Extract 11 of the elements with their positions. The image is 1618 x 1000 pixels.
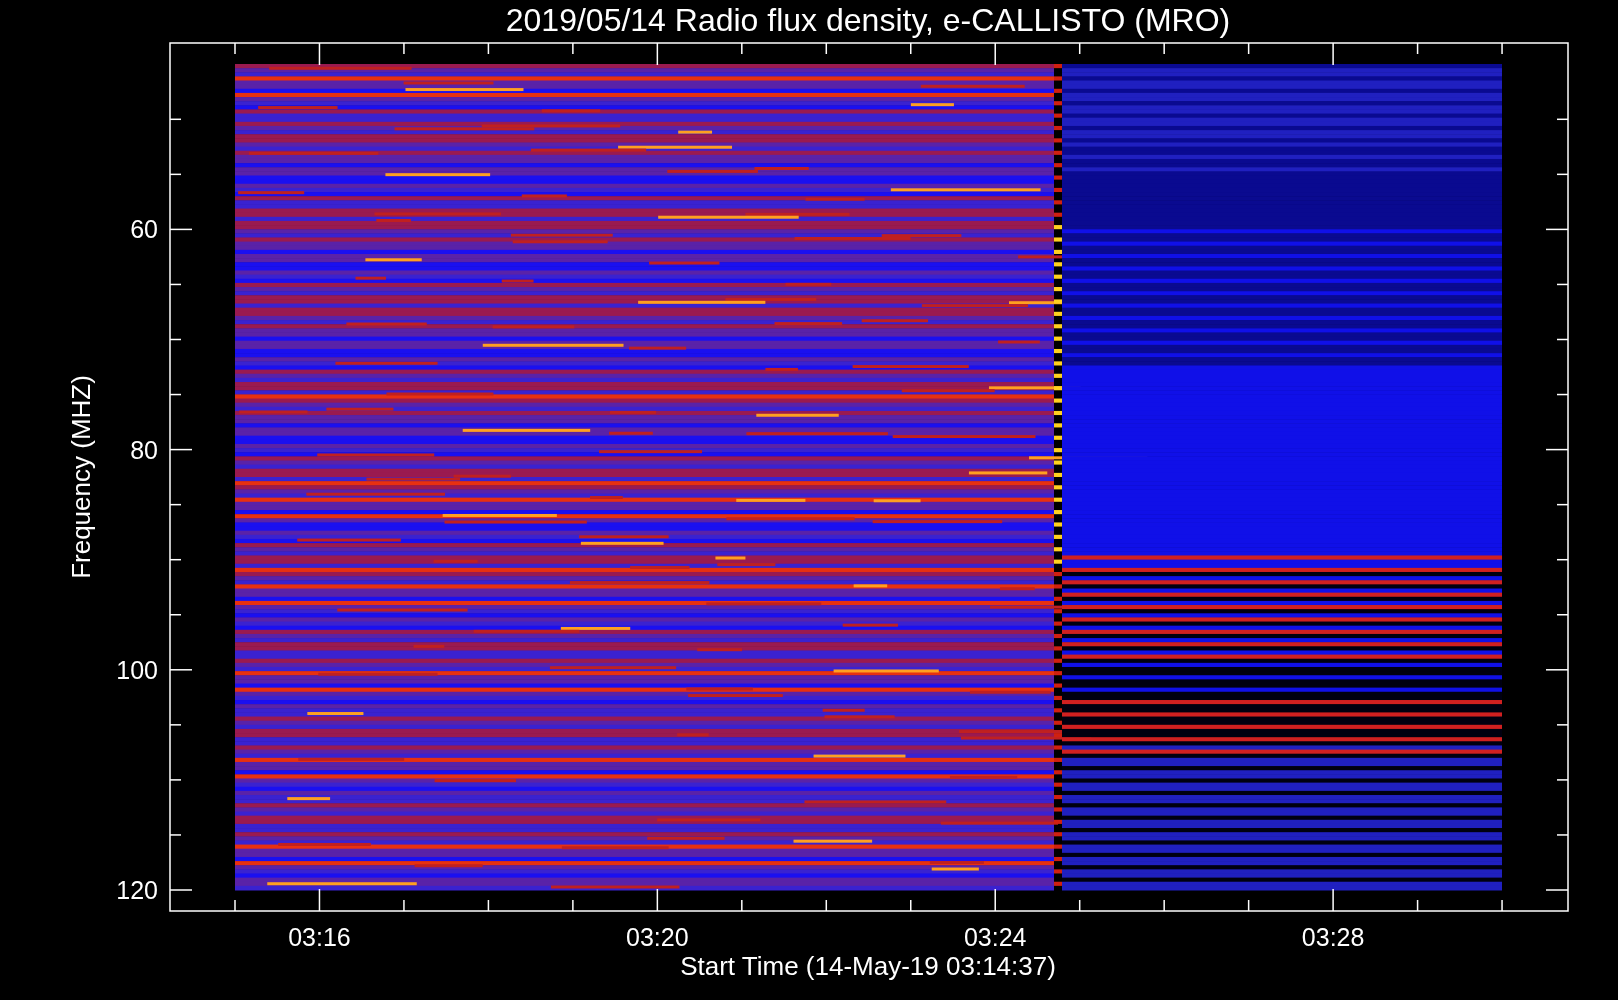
y-tick-label: 120	[116, 876, 158, 904]
y-axis-label: Frequency (MHZ)	[66, 375, 96, 579]
y-tick-label: 80	[130, 435, 158, 464]
x-tick-label: 03:28	[1301, 923, 1365, 951]
x-tick-label: 03:24	[963, 923, 1027, 951]
x-tick-label: 03:20	[626, 923, 689, 951]
x-axis-label: Start Time (14-May-19 03:14:37)	[680, 951, 1056, 981]
y-tick-label: 60	[130, 215, 158, 244]
y-tick-label: 100	[116, 655, 158, 684]
x-tick-label: 03:16	[288, 923, 351, 951]
chart-title: 2019/05/14 Radio flux density, e-CALLISTO (MRO)	[505, 2, 1231, 38]
